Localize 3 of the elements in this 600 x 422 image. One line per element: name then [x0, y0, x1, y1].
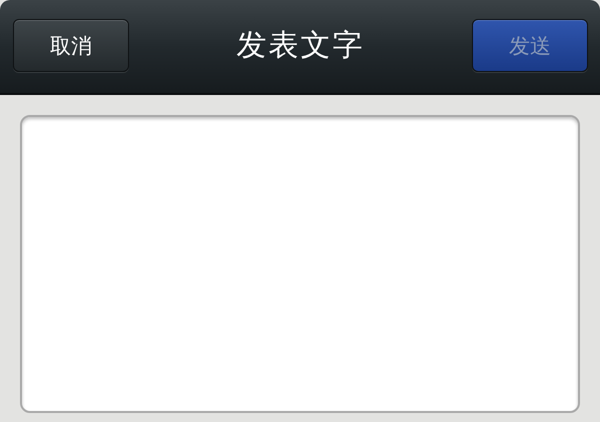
cancel-button[interactable]: 取消	[13, 19, 129, 72]
text-input-field[interactable]	[20, 115, 580, 413]
screen-title: 发表文字	[236, 27, 364, 65]
